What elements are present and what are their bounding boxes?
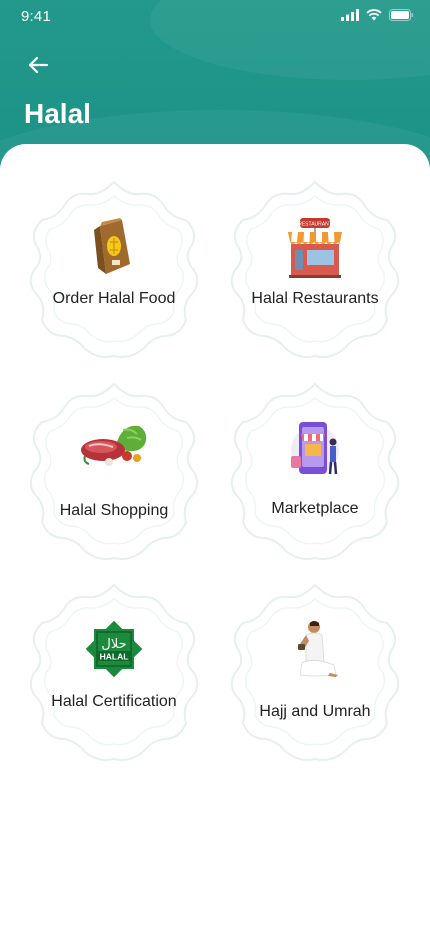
page-title: Halal (24, 98, 91, 129)
content-sheet: Order Halal Food RESTAURANT Halal Restau… (0, 144, 430, 932)
restaurant-sign: RESTAURANT (298, 222, 332, 228)
tile-hajj-and-umrah[interactable]: Hajj and Umrah (223, 581, 407, 765)
tile-label: Halal Shopping (59, 502, 169, 519)
arrow-left-icon (28, 56, 49, 74)
status-time: 9:41 (21, 8, 51, 25)
pilgrim-praying-icon (298, 621, 338, 677)
halal-certificate-icon: حلال HALAL (85, 620, 143, 678)
battery-icon (389, 9, 414, 21)
groceries-icon (81, 425, 147, 466)
status-bar: 9:41 (0, 0, 430, 34)
halal-food-bag-icon (94, 218, 130, 274)
tile-frame (29, 383, 199, 560)
signal-icon (341, 9, 359, 21)
tile-label: Marketplace (271, 500, 359, 517)
tile-marketplace[interactable]: Marketplace (223, 380, 407, 564)
tile-label: Halal Certification (51, 693, 177, 710)
badge-arabic-text: حلال (101, 637, 126, 652)
tile-halal-shopping[interactable]: Halal Shopping (22, 380, 206, 564)
restaurant-icon: RESTAURANT (288, 218, 342, 278)
tile-label: Order Halal Food (52, 290, 176, 307)
badge-latin-text: HALAL (100, 652, 129, 662)
marketplace-icon (291, 422, 339, 475)
tile-halal-restaurants[interactable]: RESTAURANT Halal Restaurants (223, 178, 407, 362)
tile-order-halal-food[interactable]: Order Halal Food (22, 178, 206, 362)
back-button[interactable] (24, 52, 52, 78)
tile-label: Halal Restaurants (251, 290, 379, 307)
wifi-icon (366, 9, 382, 21)
tile-label: Hajj and Umrah (259, 703, 371, 720)
tile-halal-certification[interactable]: حلال HALAL Halal Certification (22, 581, 206, 765)
